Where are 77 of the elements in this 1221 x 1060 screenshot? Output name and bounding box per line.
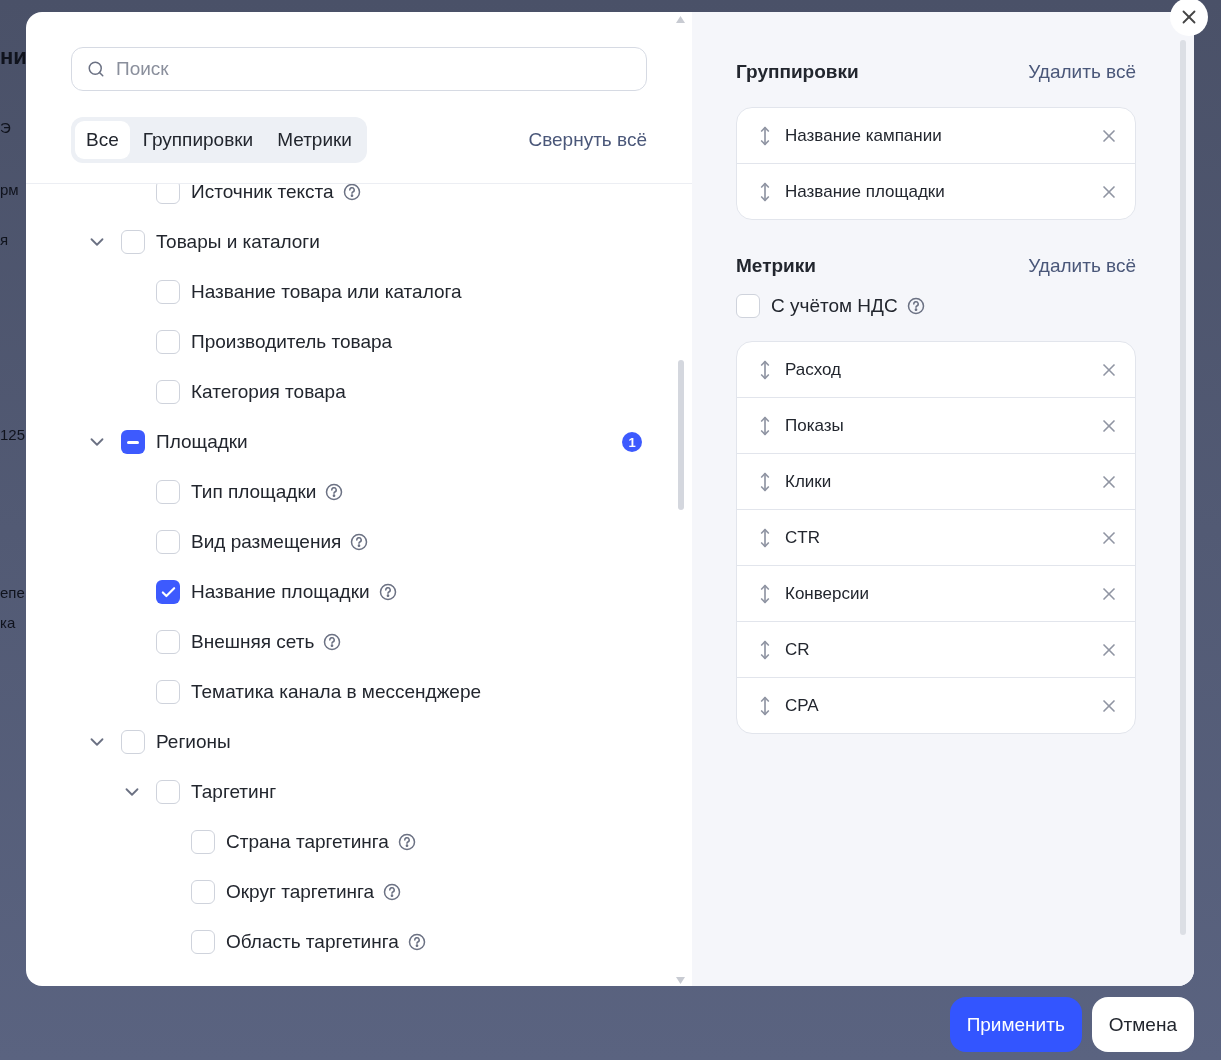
help-icon[interactable]	[350, 533, 369, 551]
tree-item-label[interactable]: Название площадки	[191, 581, 370, 603]
checkbox[interactable]	[156, 480, 180, 504]
help-icon[interactable]	[325, 483, 344, 501]
list-item-label: Расход	[785, 359, 843, 380]
help-icon[interactable]	[407, 933, 426, 951]
list-item-label: Название кампании	[785, 125, 943, 146]
background-text: ни	[0, 45, 27, 69]
scrollbar-thumb[interactable]	[678, 360, 684, 510]
remove-all-link[interactable]: Удалить всё	[1028, 255, 1136, 277]
scroll-up-icon[interactable]	[676, 16, 685, 23]
checkbox[interactable]	[191, 880, 215, 904]
checkbox[interactable]	[156, 380, 180, 404]
section-title: Метрики	[736, 255, 816, 277]
tree-item-label[interactable]: Округ таргетинга	[226, 881, 375, 903]
list-item-label: Показы	[785, 415, 845, 436]
help-icon[interactable]	[378, 583, 397, 601]
tree-item-label[interactable]: Товары и каталоги	[156, 231, 320, 253]
checkbox[interactable]	[156, 280, 180, 304]
checkbox[interactable]	[121, 230, 145, 254]
checkbox[interactable]	[156, 330, 180, 354]
tree-item-label[interactable]: Внешняя сеть	[191, 631, 315, 653]
filter-tab[interactable]: Все	[75, 121, 130, 159]
help-icon[interactable]	[397, 833, 416, 851]
checkbox[interactable]	[156, 780, 180, 804]
tree-item-label[interactable]: Площадки	[156, 431, 248, 453]
list-item-label: Название площадки	[785, 181, 946, 202]
collapse-all-link[interactable]: Свернуть всё	[528, 129, 647, 151]
help-icon[interactable]	[383, 883, 402, 901]
checkbox[interactable]	[121, 430, 145, 454]
background-text: епе	[0, 583, 25, 603]
remove-all-link[interactable]: Удалить всё	[1028, 61, 1136, 83]
tree-item-label[interactable]: Источник текста	[191, 184, 334, 203]
help-icon[interactable]	[906, 297, 925, 315]
background-text: я	[0, 230, 9, 250]
list-item-label: CR	[785, 639, 811, 660]
tree-item-label[interactable]: Тип площадки	[191, 481, 317, 503]
background-text: ка	[0, 613, 16, 633]
checkbox[interactable]	[156, 580, 180, 604]
tree-item-label[interactable]: Таргетинг	[191, 781, 277, 803]
tree-item-label[interactable]: Производитель товара	[191, 331, 393, 353]
scrollbar-thumb[interactable]	[1180, 40, 1186, 935]
close-button[interactable]	[1170, 0, 1208, 36]
search-icon	[87, 60, 105, 78]
tree-item-label[interactable]: Регионы	[156, 731, 231, 753]
tree-item-label[interactable]: Тематика канала в мессенджере	[191, 681, 482, 703]
count-badge: 1	[622, 432, 642, 452]
filter-tab[interactable]: Метрики	[266, 121, 363, 159]
checkbox[interactable]	[736, 294, 760, 318]
checkbox[interactable]	[156, 530, 180, 554]
tree-item-label[interactable]: Страна таргетинга	[226, 831, 389, 853]
search-field[interactable]: Поиск	[71, 47, 647, 91]
filter-tab[interactable]: Группировки	[131, 121, 265, 159]
list-item-label: Конверсии	[785, 583, 870, 604]
checkbox[interactable]	[156, 630, 180, 654]
checkbox[interactable]	[191, 830, 215, 854]
background-text: Э	[0, 118, 11, 138]
checkbox[interactable]	[156, 184, 180, 204]
tree-item-label[interactable]: Вид размещения	[191, 531, 342, 553]
tree-item-label[interactable]: Название товара или каталога	[191, 281, 462, 303]
checkbox[interactable]	[121, 730, 145, 754]
tree-item-label[interactable]: Категория товара	[191, 381, 346, 403]
section-title: Группировки	[736, 61, 859, 83]
checkbox-label[interactable]: С учётом НДС	[771, 295, 898, 317]
apply-button[interactable]: Применить	[949, 997, 1082, 1052]
list-item-label: CTR	[785, 527, 821, 548]
list-item-label: Клики	[785, 471, 833, 492]
background-text: рм	[0, 180, 19, 200]
help-icon[interactable]	[323, 633, 342, 651]
cancel-button[interactable]: Отмена	[1091, 997, 1194, 1052]
background-text: 125	[0, 425, 26, 445]
scroll-down-icon[interactable]	[676, 977, 685, 984]
list-item-label: CPA	[785, 695, 820, 716]
tree-item-label[interactable]: Область таргетинга	[226, 931, 399, 953]
checkbox[interactable]	[191, 930, 215, 954]
help-icon[interactable]	[342, 184, 361, 201]
checkbox[interactable]	[156, 680, 180, 704]
